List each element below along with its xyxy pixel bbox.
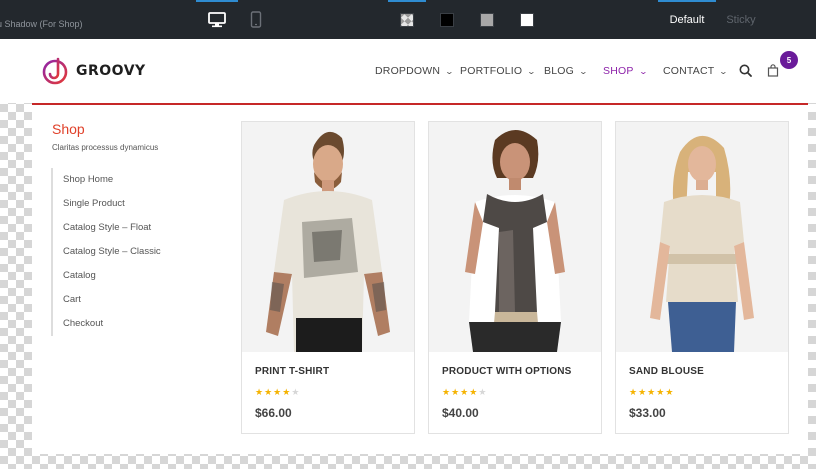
- black-background-swatch[interactable]: [428, 0, 466, 39]
- main-nav: DROPDOWN ⌄ PORTFOLIO ⌄ BLOG ⌄ SHOP ⌄ CONTACT…: [375, 65, 728, 77]
- chevron-down-icon: ⌄: [718, 66, 729, 76]
- shop-mega-menu: Shop Claritas processus dynamicus Shop H…: [32, 103, 808, 454]
- mobile-icon: [250, 11, 262, 28]
- star-filled-icon: ★: [638, 387, 647, 397]
- desktop-icon: [208, 11, 226, 27]
- star-filled-icon: ★: [282, 387, 291, 397]
- nav-item-dropdown[interactable]: DROPDOWN ⌄: [375, 65, 460, 77]
- product-card[interactable]: PRODUCT WITH OPTIONS ★ ★ ★ ★ ★ $40.00: [428, 121, 602, 434]
- star-filled-icon: ★: [469, 387, 478, 397]
- rating-stars: ★ ★ ★ ★ ★: [255, 388, 299, 397]
- desktop-view-button[interactable]: [196, 0, 238, 39]
- star-filled-icon: ★: [647, 387, 656, 397]
- nav-item-shop[interactable]: SHOP ⌄: [603, 65, 663, 77]
- shop-link-shop-home[interactable]: Shop Home: [53, 168, 211, 192]
- product-name[interactable]: PRINT T-SHIRT: [255, 366, 329, 377]
- site-logo[interactable]: GROOVY: [42, 56, 146, 86]
- editor-toolbar: nu Shadow (For Shop) Default Sticky: [0, 0, 816, 39]
- nav-item-blog[interactable]: BLOG ⌄: [544, 65, 603, 77]
- white-background-swatch[interactable]: [508, 0, 546, 39]
- product-name[interactable]: PRODUCT WITH OPTIONS: [442, 366, 572, 377]
- cart-count-badge[interactable]: 5: [780, 51, 798, 69]
- star-filled-icon: ★: [629, 387, 638, 397]
- shopping-bag-icon: [767, 64, 779, 77]
- product-name[interactable]: SAND BLOUSE: [629, 366, 704, 377]
- default-header-tab[interactable]: Default: [658, 0, 716, 39]
- grey-swatch-icon: [480, 12, 494, 27]
- star-filled-icon: ★: [264, 387, 273, 397]
- logo-text: GROOVY: [76, 63, 146, 79]
- star-filled-icon: ★: [273, 387, 282, 397]
- star-filled-icon: ★: [460, 387, 469, 397]
- man-tshirt-photo: [242, 122, 414, 352]
- woman-blouse-photo: [616, 122, 788, 352]
- star-filled-icon: ★: [451, 387, 460, 397]
- transparent-background-swatch[interactable]: [388, 0, 426, 39]
- nav-item-contact[interactable]: CONTACT ⌄: [663, 65, 728, 77]
- product-price: $66.00: [255, 406, 292, 420]
- search-icon: [739, 64, 752, 77]
- chevron-down-icon: ⌄: [444, 66, 455, 76]
- star-empty-icon: ★: [478, 387, 487, 397]
- shop-link-checkout[interactable]: Checkout: [53, 312, 211, 336]
- nav-label: BLOG: [544, 65, 574, 77]
- rating-stars: ★ ★ ★ ★ ★: [629, 388, 673, 397]
- transparent-swatch-icon: [400, 12, 414, 27]
- product-price: $33.00: [629, 406, 666, 420]
- groovy-logo-icon: [42, 57, 68, 85]
- product-image[interactable]: [242, 122, 414, 352]
- nav-label: PORTFOLIO: [460, 65, 523, 77]
- site-header: GROOVY DROPDOWN ⌄ PORTFOLIO ⌄ BLOG ⌄ SHOP ⌄ …: [0, 39, 816, 103]
- product-card[interactable]: SAND BLOUSE ★ ★ ★ ★ ★ $33.00: [615, 121, 789, 434]
- chevron-down-icon: ⌄: [638, 66, 648, 76]
- product-image[interactable]: [429, 122, 601, 352]
- white-swatch-icon: [520, 12, 534, 27]
- chevron-down-icon: ⌄: [578, 66, 589, 76]
- product-card[interactable]: PRINT T-SHIRT ★ ★ ★ ★ ★ $66.00: [241, 121, 415, 434]
- shop-link-catalog-classic[interactable]: Catalog Style – Classic: [53, 240, 211, 264]
- star-filled-icon: ★: [442, 387, 451, 397]
- chevron-down-icon: ⌄: [526, 66, 537, 76]
- shop-link-catalog[interactable]: Catalog: [53, 264, 211, 288]
- shop-link-catalog-float[interactable]: Catalog Style – Float: [53, 216, 211, 240]
- rating-stars: ★ ★ ★ ★ ★: [442, 388, 486, 397]
- nav-item-portfolio[interactable]: PORTFOLIO ⌄: [460, 65, 544, 77]
- nav-label: SHOP: [603, 65, 634, 77]
- black-swatch-icon: [440, 12, 454, 27]
- star-filled-icon: ★: [665, 387, 674, 397]
- nav-label: DROPDOWN: [375, 65, 441, 77]
- grey-background-swatch[interactable]: [468, 0, 506, 39]
- shop-link-single-product[interactable]: Single Product: [53, 192, 211, 216]
- cart-button[interactable]: [767, 64, 779, 82]
- mega-menu-subtitle: Claritas processus dynamicus: [52, 143, 159, 152]
- woman-scarf-photo: [429, 122, 601, 352]
- shop-links-list: Shop Home Single Product Catalog Style –…: [51, 168, 211, 336]
- star-empty-icon: ★: [291, 387, 300, 397]
- search-button[interactable]: [739, 64, 752, 82]
- mobile-view-button[interactable]: [238, 0, 274, 39]
- product-image[interactable]: [616, 122, 788, 352]
- nav-label: CONTACT: [663, 65, 715, 77]
- star-filled-icon: ★: [255, 387, 264, 397]
- toolbar-title: nu Shadow (For Shop): [0, 19, 83, 29]
- mega-menu-title[interactable]: Shop: [52, 121, 85, 137]
- sticky-header-tab[interactable]: Sticky: [718, 0, 764, 39]
- star-filled-icon: ★: [656, 387, 665, 397]
- product-price: $40.00: [442, 406, 479, 420]
- shop-link-cart[interactable]: Cart: [53, 288, 211, 312]
